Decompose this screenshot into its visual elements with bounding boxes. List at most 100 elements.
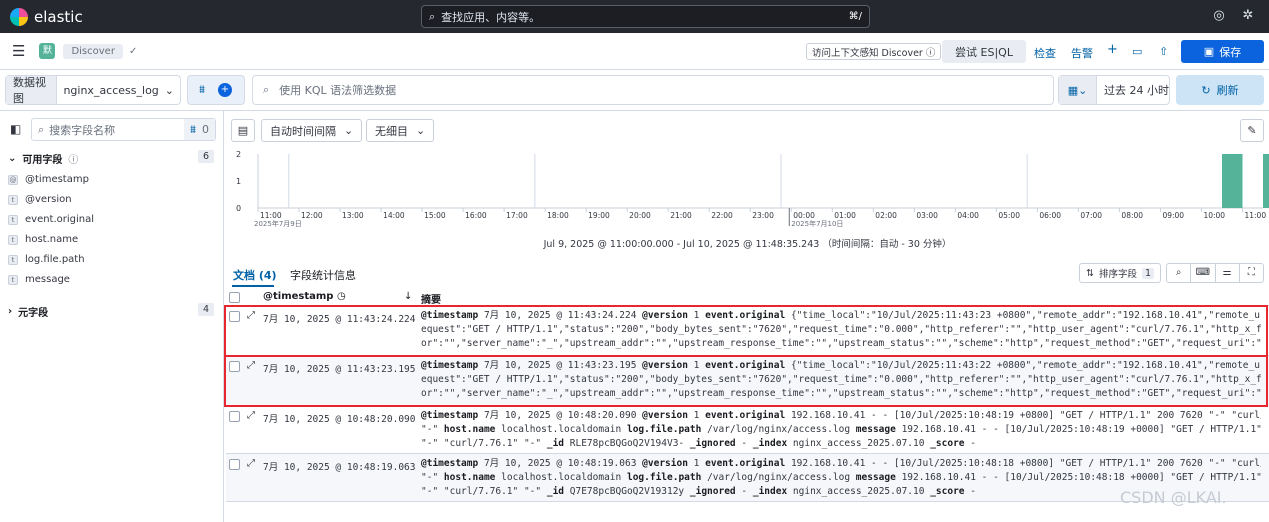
table-row[interactable]: ⤢ 7月 10, 2025 @ 11:43:23.195 @timestamp 7月…	[226, 356, 1269, 406]
available-fields-header[interactable]: ⌄ 可用字段 ⓘ	[8, 151, 78, 166]
expand-icon[interactable]: ⤢	[247, 360, 255, 371]
summary-key: _ignored	[689, 438, 736, 449]
tab-field-stats[interactable]: 字段统计信息	[290, 267, 356, 283]
fullscreen-icon[interactable]: ⛶	[1240, 264, 1263, 282]
meta-fields-label: 元字段	[18, 308, 49, 319]
kql-search-input[interactable]: ⌕ 使用 KQL 语法筛选数据	[252, 75, 1054, 105]
ai-assistant-icon[interactable]: ✲	[1240, 8, 1256, 24]
table-row[interactable]: ⤢ 7月 10, 2025 @ 10:48:19.063 @timestamp 7月…	[226, 454, 1269, 502]
tab-documents[interactable]: 文档 (4)	[233, 267, 277, 283]
select-all-checkbox[interactable]	[229, 292, 240, 303]
sort-desc-icon[interactable]: ↓	[404, 291, 412, 302]
summary-value: "-" "curl/7.76.1" "-"	[421, 486, 542, 497]
search-icon[interactable]: ⌕	[1167, 264, 1192, 282]
column-header-timestamp[interactable]: @timestamp ◷	[263, 291, 346, 302]
clock-icon: ◷	[336, 291, 346, 302]
summary-key: log.file.path	[626, 472, 702, 483]
dataview-picker[interactable]: 数据视图 nginx_access_log ⌄	[5, 75, 181, 105]
top-header: elastic ⌕ 查找应用、内容等。 ⌘/ ◎ ✲	[0, 0, 1269, 33]
add-filter-icon[interactable]: +	[218, 83, 232, 97]
row-checkbox[interactable]	[229, 361, 240, 372]
open-folder-icon[interactable]: ▭	[1132, 45, 1142, 58]
interval-select[interactable]: 自动时间间隔 ⌄	[261, 119, 363, 142]
row-checkbox[interactable]	[229, 311, 240, 322]
keyboard-icon[interactable]: ⌨	[1191, 264, 1216, 282]
summary-value: Q7E78pcBQGoQ2V19312y	[569, 486, 685, 497]
meta-fields-header[interactable]: › 元字段	[8, 304, 48, 319]
date-range-label[interactable]: 过去 24 小时	[1097, 82, 1169, 98]
summary-value: localhost.localdomain	[501, 472, 622, 483]
active-tab-indicator	[232, 285, 274, 287]
field-item[interactable]: t @version	[8, 194, 72, 205]
search-icon: ⌕	[38, 122, 45, 136]
new-icon[interactable]: +	[1107, 42, 1118, 57]
histogram-bar	[1263, 154, 1269, 208]
field-name: @version	[25, 194, 72, 205]
field-item[interactable]: t host.name	[8, 234, 78, 245]
elastic-logo-icon	[10, 7, 28, 26]
column-header-summary[interactable]: 摘要	[421, 291, 441, 306]
field-filter-button[interactable]: ⩩ 0	[184, 119, 215, 140]
expand-icon[interactable]: ⤢	[247, 458, 255, 469]
field-search-input[interactable]: ⌕ 搜索字段名称 ⩩ 0	[31, 118, 216, 141]
display-settings-icon[interactable]: ⚌	[1216, 264, 1240, 282]
space-avatar[interactable]: 默	[39, 43, 56, 59]
filter-icon[interactable]: ⩩	[188, 83, 216, 97]
help-icon[interactable]: ◎	[1211, 8, 1227, 24]
dataview-label: 数据视图	[6, 76, 58, 105]
field-item[interactable]: @ @timestamp	[8, 174, 89, 185]
context-aware-discover-button[interactable]: 访问上下文感知 Discover ⓘ	[806, 43, 942, 60]
x-tick-label: 12:00	[301, 211, 323, 220]
save-button[interactable]: ▣ 保存	[1181, 40, 1264, 63]
collapse-sidebar-icon[interactable]: ◧	[10, 122, 21, 136]
x-tick-label: 18:00	[547, 211, 569, 220]
refresh-icon: ↻	[1201, 83, 1211, 97]
table-row[interactable]: ⤢ 7月 10, 2025 @ 11:43:24.224 @timestamp 7月…	[226, 306, 1269, 356]
try-esql-button[interactable]: 尝试 ES|QL	[942, 40, 1026, 63]
alerts-button[interactable]: 告警	[1071, 45, 1093, 61]
summary-value: "-" "curl/7.76.1" "-"	[421, 438, 542, 449]
elastic-logo[interactable]: elastic	[10, 7, 83, 26]
chevron-down-icon[interactable]: ✓	[129, 46, 137, 57]
watermark: CSDN @LKAI.	[1120, 488, 1227, 507]
refresh-button[interactable]: ↻ 刷新	[1176, 75, 1264, 105]
summary-key: event.original	[705, 310, 786, 321]
brand-name: elastic	[34, 7, 83, 26]
field-item[interactable]: t message	[8, 274, 70, 285]
share-icon[interactable]: ⇧	[1159, 45, 1168, 58]
expand-icon[interactable]: ⤢	[247, 310, 255, 321]
summary-value: 1	[693, 360, 700, 371]
dataview-value: nginx_access_log	[63, 83, 159, 97]
chevron-down-icon: ⌄	[344, 124, 354, 137]
field-item[interactable]: t event.original	[8, 214, 94, 225]
summary-key: message	[855, 472, 896, 483]
table-row[interactable]: ⤢ 7月 10, 2025 @ 10:48:20.090 @timestamp 7月…	[226, 406, 1269, 454]
histogram-toggle-icon[interactable]: ▤	[231, 119, 255, 142]
edit-visualization-icon[interactable]: ✎	[1240, 119, 1264, 142]
summary-value: 7月 10, 2025 @ 11:43:23.195	[483, 360, 637, 371]
field-type-icon: t	[8, 214, 18, 225]
summary-value: -	[741, 486, 748, 497]
global-search-input[interactable]: ⌕ 查找应用、内容等。 ⌘/	[421, 5, 870, 28]
summary-value: 1	[693, 458, 700, 469]
date-picker[interactable]: ▦⌄ 过去 24 小时	[1058, 75, 1170, 105]
summary-value: {"time_local":"10/Jul/2025:11:43:22 +080…	[790, 360, 1261, 371]
hamburger-menu-icon[interactable]: ☰	[12, 42, 25, 60]
expand-icon[interactable]: ⤢	[247, 410, 255, 421]
summary-value: -	[741, 438, 748, 449]
x-tick-label: 07:00	[1080, 211, 1102, 220]
field-search-placeholder: 搜索字段名称	[49, 123, 116, 137]
row-checkbox[interactable]	[229, 459, 240, 470]
x-tick-label: 23:00	[752, 211, 774, 220]
field-item[interactable]: t log.file.path	[8, 254, 85, 265]
sort-fields-button[interactable]: ⇅ 排序字段 1	[1079, 263, 1161, 283]
x-tick-label: 16:00	[465, 211, 487, 220]
breadcrumb-discover[interactable]: Discover	[63, 43, 123, 59]
summary-value: 7月 10, 2025 @ 11:43:24.224	[483, 310, 637, 321]
summary-key: @version	[642, 458, 688, 469]
inspect-button[interactable]: 检查	[1034, 45, 1056, 61]
breakdown-select[interactable]: 无细目 ⌄	[366, 119, 435, 142]
row-checkbox[interactable]	[229, 411, 240, 422]
x-tick-label: 08:00	[1121, 211, 1143, 220]
calendar-icon[interactable]: ▦⌄	[1059, 76, 1097, 104]
